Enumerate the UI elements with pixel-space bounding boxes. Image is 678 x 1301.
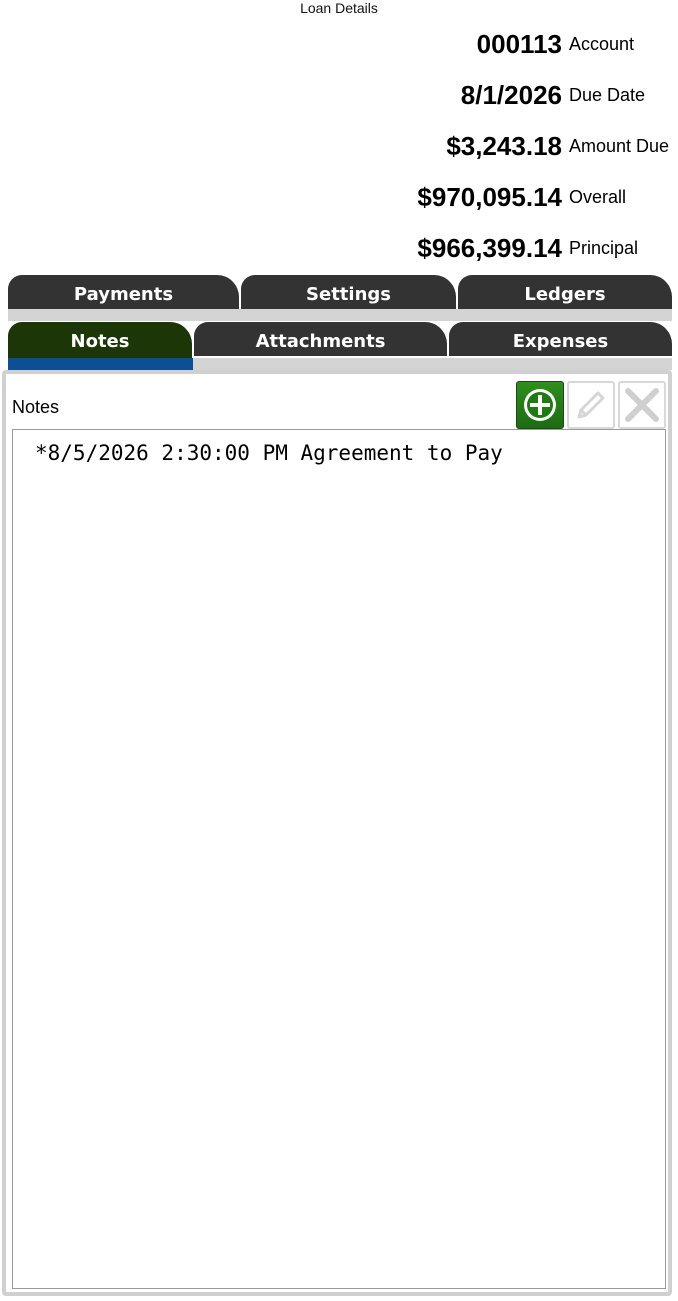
tab-settings-label: Settings [306,284,391,305]
summary-principal: $966,399.14 Principal [0,233,678,263]
tab-payments-label: Payments [73,284,174,305]
tab-notes-label: Notes [70,331,130,352]
page-title: Loan Details [300,0,378,16]
loan-details-page: Loan Details 000113 Account 8/1/2026 Due… [0,0,678,1301]
tab-payments[interactable]: Payments [8,275,239,309]
tab-notes[interactable]: Notes [8,322,192,358]
tab-attachments-label: Attachments [255,331,386,352]
due-date-value: 8/1/2026 [460,80,562,110]
delete-note-button[interactable] [618,381,666,429]
notes-panel: Notes *8/5/2026 2:30:00 PM Agreement to … [2,370,672,1296]
tab-expenses-label: Expenses [512,331,609,352]
tab-attachments[interactable]: Attachments [194,322,447,356]
edit-note-button[interactable] [567,381,615,429]
account-value: 000113 [476,29,562,59]
summary-overall: $970,095.14 Overall [0,182,678,212]
amount-due-label: Amount Due [569,136,670,156]
tab-strip-top: Payments Settings Ledgers [8,275,672,321]
summary-amount-due: $3,243.18 Amount Due [0,131,678,161]
overall-label: Overall [569,187,627,207]
plus-circle-icon [524,389,556,421]
overall-value: $970,095.14 [417,182,562,212]
list-item[interactable]: *8/5/2026 2:30:00 PM Agreement to Pay [35,440,503,466]
notes-list[interactable]: *8/5/2026 2:30:00 PM Agreement to Pay [12,429,666,1289]
principal-value: $966,399.14 [417,233,562,263]
tab-ledgers[interactable]: Ledgers [458,275,672,309]
account-label: Account [569,34,635,54]
summary-account: 000113 Account [0,29,678,59]
tab-ledgers-label: Ledgers [524,284,606,305]
amount-due-value: $3,243.18 [446,131,562,161]
principal-label: Principal [569,238,639,258]
pencil-icon [577,391,605,419]
tab-settings[interactable]: Settings [241,275,456,309]
active-tab-indicator [8,358,193,370]
x-icon [625,388,659,422]
tab-expenses[interactable]: Expenses [449,322,672,356]
notes-panel-label: Notes [12,397,60,417]
summary-due-date: 8/1/2026 Due Date [0,80,678,110]
tab-strip-bottom: Notes Attachments Expenses [8,322,672,370]
due-date-label: Due Date [569,85,646,105]
tab-strip-top-bar [8,309,672,321]
add-note-button[interactable] [516,381,564,429]
